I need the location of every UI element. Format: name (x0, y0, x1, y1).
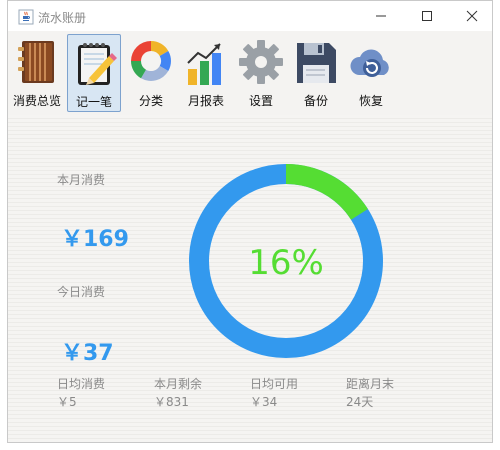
app-window: 流水账册 消费总览 记一笔 分类 月报表 设置 备份 恢复 本月消费 ￥169 … (7, 0, 493, 443)
toolbar-item-overview[interactable]: 消费总览 (10, 34, 64, 112)
daily-available-label: 日均可用 (250, 377, 299, 391)
month-remaining-value: ￥831 (154, 395, 189, 409)
daily-average-label: 日均消费 (57, 377, 106, 391)
minimize-button[interactable] (358, 1, 404, 31)
toolbar-item-label: 月报表 (187, 94, 224, 108)
toolbar-item-label: 恢复 (358, 94, 383, 108)
toolbar-item-monthly-report[interactable]: 月报表 (179, 34, 233, 112)
toolbar-item-label: 记一笔 (75, 95, 112, 109)
notepad-pencil-icon (78, 43, 117, 85)
budget-progress-ring: 16% (186, 161, 386, 361)
minimize-icon (376, 15, 386, 17)
days-to-month-end-value: 24天 (346, 395, 374, 409)
toolbar: 消费总览 记一笔 分类 月报表 设置 备份 恢复 (8, 31, 492, 115)
close-button[interactable] (449, 1, 495, 31)
java-cup-icon (18, 9, 34, 25)
cloud-restore-icon (350, 49, 389, 77)
toolbar-item-settings[interactable]: 设置 (234, 34, 288, 112)
ledger-book-icon (18, 41, 54, 83)
close-icon (466, 10, 478, 22)
today-spending-label: 今日消费 (57, 285, 106, 299)
progress-ring-fill (285, 164, 368, 221)
gear-icon (239, 40, 283, 84)
daily-average-value: ￥5 (57, 395, 77, 409)
today-spending-value: ￥37 (61, 341, 114, 366)
title-bar: 流水账册 (8, 1, 492, 31)
floppy-disk-icon (297, 43, 336, 83)
toolbar-item-category[interactable]: 分类 (124, 34, 178, 112)
maximize-icon (422, 11, 432, 21)
month-spending-label: 本月消费 (57, 173, 106, 187)
toolbar-item-backup[interactable]: 备份 (289, 34, 343, 112)
toolbar-item-record[interactable]: 记一笔 (67, 34, 121, 112)
month-remaining-label: 本月剩余 (154, 377, 203, 391)
toolbar-item-restore[interactable]: 恢复 (344, 34, 398, 112)
toolbar-item-label: 分类 (138, 94, 163, 108)
toolbar-item-label: 消费总览 (12, 94, 61, 108)
month-spending-value: ￥169 (61, 227, 129, 252)
daily-available-value: ￥34 (250, 395, 278, 409)
toolbar-item-label: 设置 (248, 94, 273, 108)
pie-ring-icon (131, 41, 171, 81)
toolbar-item-label: 备份 (303, 94, 328, 108)
summary-panel: 本月消费 ￥169 今日消费 ￥37 16% 日均消费 ￥5 本月剩余 ￥831… (8, 115, 492, 442)
window-title: 流水账册 (38, 11, 87, 25)
progress-percent-text: 16% (248, 243, 324, 283)
bar-chart-trend-icon (187, 43, 221, 85)
maximize-button[interactable] (404, 1, 450, 31)
days-to-month-end-label: 距离月末 (346, 377, 395, 391)
